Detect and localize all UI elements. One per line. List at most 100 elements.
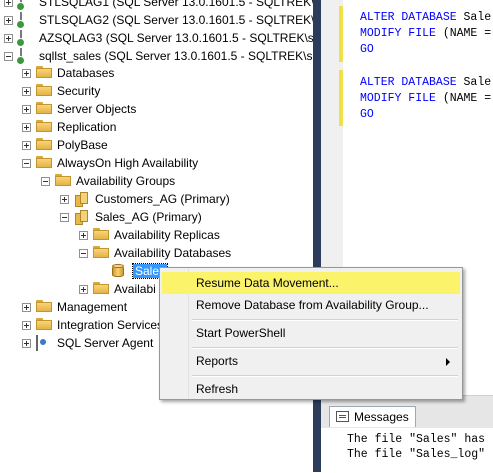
expand-toggle[interactable] [22, 68, 31, 78]
object-explorer-tree: STLSQLAG1 (SQL Server 13.0.1601.5 - SQLT… [0, 0, 313, 472]
server-label: AZSQLAG3 (SQL Server 13.0.1601.5 - SQLTR… [39, 31, 313, 45]
code-line: ALTER DATABASE Sale [360, 75, 491, 91]
tree-node-server-azsqlag3[interactable]: AZSQLAG3 (SQL Server 13.0.1601.5 - SQLTR… [4, 29, 313, 47]
node-label: Integration Services [57, 318, 164, 332]
node-label: SQL Server Agent [57, 336, 154, 350]
menu-item-label: Reports [196, 354, 239, 368]
tree-node-replication[interactable]: Replication [22, 118, 116, 136]
messages-pane: Messages The file "Sales" has The file "… [321, 395, 493, 473]
sql-text: (NAME = [435, 92, 492, 105]
tree-node-polybase[interactable]: PolyBase [22, 136, 108, 154]
folder-icon [36, 156, 52, 170]
expand-toggle[interactable] [22, 104, 31, 114]
context-menu: Resume Data Movement... Remove Database … [159, 267, 463, 400]
node-label: Databases [57, 66, 115, 80]
collapse-toggle[interactable] [41, 176, 50, 186]
sql-keyword: GO [360, 108, 374, 121]
expand-toggle[interactable] [79, 230, 88, 240]
menu-item-label: Remove Database from Availability Group.… [196, 298, 429, 312]
tab-label: Messages [354, 410, 409, 424]
tree-node-sql-server-agent[interactable]: SQL Server Agent [22, 334, 153, 352]
tree-node-management[interactable]: Management [22, 298, 127, 316]
collapse-toggle[interactable] [4, 51, 13, 61]
expand-toggle[interactable] [22, 320, 31, 330]
pane-splitter[interactable] [313, 0, 321, 472]
tree-node-server-stlsqlag1[interactable]: STLSQLAG1 (SQL Server 13.0.1601.5 - SQLT… [4, 0, 313, 11]
tab-messages[interactable]: Messages [329, 406, 416, 427]
expand-toggle[interactable] [22, 86, 31, 96]
folder-icon [93, 228, 109, 242]
tree-node-server-sqllst-sales[interactable]: sqllst_sales (SQL Server 13.0.1601.5 - S… [4, 47, 313, 65]
menu-item-remove-database[interactable]: Remove Database from Availability Group.… [162, 294, 460, 316]
menu-item-label: Start PowerShell [196, 326, 286, 340]
node-label: Availability Databases [114, 246, 232, 260]
server-label: sqllst_sales (SQL Server 13.0.1601.5 - S… [39, 49, 313, 63]
collapse-toggle[interactable] [79, 248, 88, 258]
folder-icon [36, 102, 52, 116]
code-line: GO [360, 42, 374, 58]
tree-node-sales-ag[interactable]: Sales_AG (Primary) [60, 208, 202, 226]
menu-separator [192, 375, 458, 377]
sql-text: Sale [456, 11, 492, 24]
tree-node-server-stlsqlag2[interactable]: STLSQLAG2 (SQL Server 13.0.1601.5 - SQLT… [4, 11, 313, 29]
collapse-toggle[interactable] [22, 158, 31, 168]
message-line: The file "Sales_log" [347, 448, 486, 461]
node-label: PolyBase [57, 138, 108, 152]
menu-item-label: Refresh [196, 382, 239, 396]
tree-node-customers-ag[interactable]: Customers_AG (Primary) [60, 190, 230, 208]
node-label: Replication [57, 120, 117, 134]
expand-toggle[interactable] [4, 15, 13, 25]
tree-node-availability-listeners[interactable]: Availabi [79, 280, 156, 298]
server-icon [16, 30, 34, 47]
sql-text: (NAME = [435, 27, 492, 40]
node-label: Server Objects [57, 102, 137, 116]
tree-node-server-objects[interactable]: Server Objects [22, 100, 136, 118]
server-icon [16, 12, 34, 29]
expand-toggle[interactable] [22, 122, 31, 132]
tree-node-availability-replicas[interactable]: Availability Replicas [79, 226, 220, 244]
expand-toggle[interactable] [4, 33, 13, 43]
change-indicator [339, 6, 343, 62]
expand-toggle[interactable] [22, 338, 31, 348]
node-label: Availability Groups [76, 174, 176, 188]
tree-node-integration-services[interactable]: Integration Services [22, 316, 163, 334]
server-icon [16, 48, 34, 65]
results-tab-strip: Messages [321, 396, 493, 428]
server-icon [16, 0, 34, 11]
menu-item-refresh[interactable]: Refresh [162, 378, 460, 400]
code-line: MODIFY FILE (NAME = [360, 91, 491, 107]
expand-toggle[interactable] [60, 194, 69, 204]
menu-item-start-powershell[interactable]: Start PowerShell [162, 322, 460, 344]
menu-separator [192, 319, 458, 321]
expand-toggle[interactable] [4, 0, 13, 7]
menu-item-resume-data-movement[interactable]: Resume Data Movement... [162, 272, 460, 294]
sql-keyword: ALTER DATABASE [360, 76, 457, 89]
submenu-arrow-icon [446, 358, 450, 366]
sql-keyword: ALTER DATABASE [360, 11, 457, 24]
node-label: AlwaysOn High Availability [57, 156, 199, 170]
server-label: STLSQLAG1 (SQL Server 13.0.1601.5 - SQLT… [39, 0, 313, 9]
collapse-toggle[interactable] [60, 212, 69, 222]
sql-keyword: MODIFY FILE [360, 92, 436, 105]
expand-toggle[interactable] [22, 302, 31, 312]
expand-toggle[interactable] [79, 284, 88, 294]
node-label: Customers_AG (Primary) [95, 192, 230, 206]
tree-node-alwayson[interactable]: AlwaysOn High Availability [22, 154, 198, 172]
tree-node-availability-databases[interactable]: Availability Databases [79, 244, 231, 262]
tree-node-security[interactable]: Security [22, 82, 100, 100]
node-label: Availability Replicas [114, 228, 220, 242]
expand-toggle[interactable] [22, 140, 31, 150]
menu-item-reports[interactable]: Reports [162, 350, 460, 372]
folder-icon [36, 318, 52, 332]
folder-icon [36, 84, 52, 98]
code-line: MODIFY FILE (NAME = [360, 26, 491, 42]
sql-keyword: MODIFY FILE [360, 27, 436, 40]
sql-text: Sale [456, 76, 492, 89]
tree-node-databases[interactable]: Databases [22, 64, 114, 82]
message-line: The file "Sales" has [347, 433, 486, 446]
sql-keyword: GO [360, 43, 374, 56]
menu-item-label: Resume Data Movement... [196, 276, 339, 290]
availability-group-icon [74, 210, 90, 224]
change-indicator [339, 70, 343, 126]
tree-node-availability-groups[interactable]: Availability Groups [41, 172, 175, 190]
